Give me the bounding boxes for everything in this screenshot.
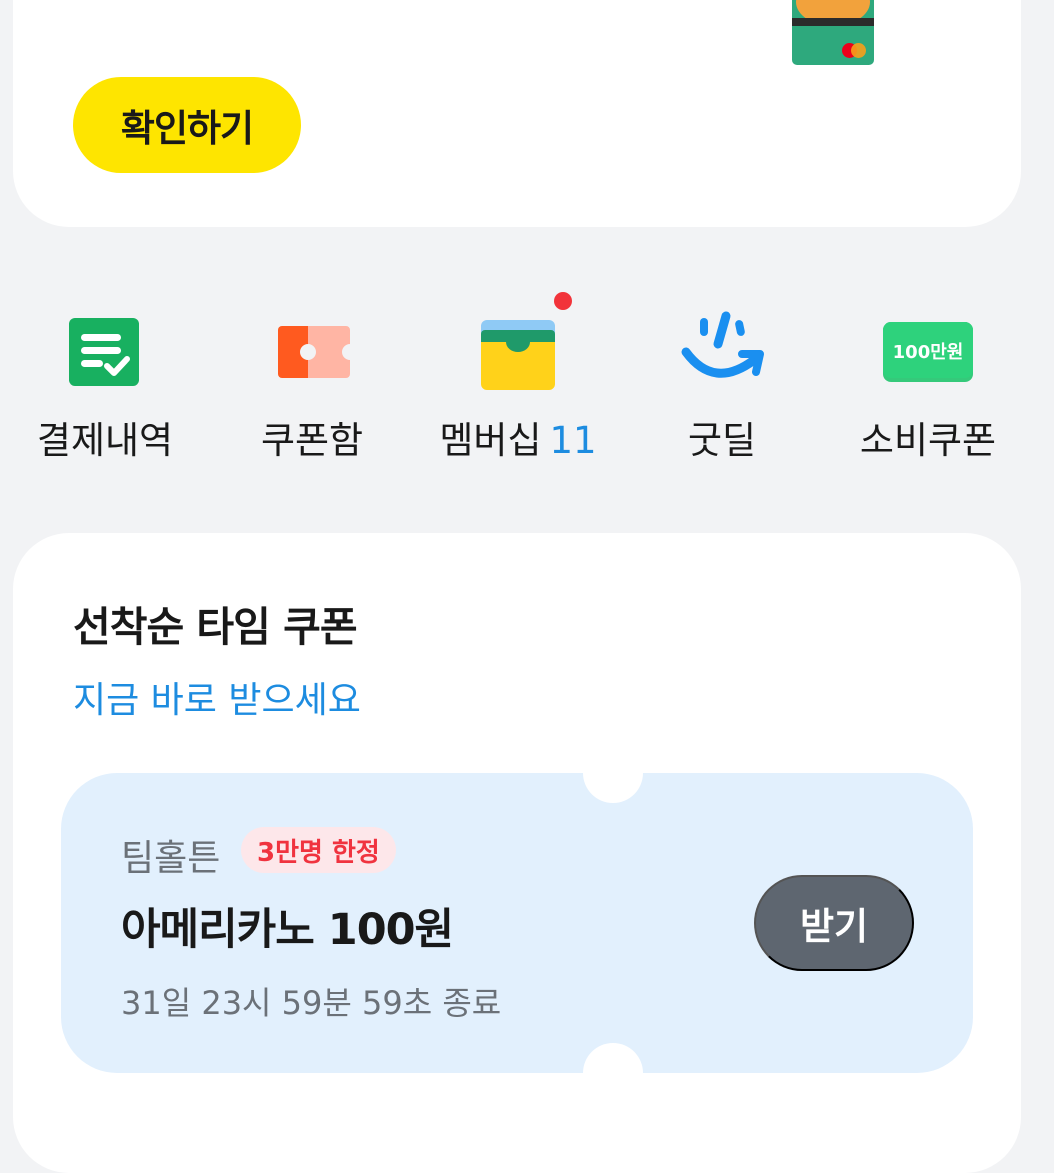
- quick-menu-label: 쿠폰함: [260, 419, 364, 462]
- quick-menu-good-deal[interactable]: 굿딜: [622, 290, 822, 470]
- time-coupon-section: 선착순 타임 쿠폰 지금 바로 받으세요 팀홀튼 3만명 한정 아메리카노 10…: [13, 533, 1021, 1173]
- ticket-icon: [278, 326, 350, 378]
- get-coupon-button[interactable]: 받기: [754, 875, 914, 971]
- voucher-icon-text: 100만원: [893, 342, 964, 363]
- confirm-button[interactable]: 확인하기: [73, 77, 301, 173]
- coupon-ticket[interactable]: 팀홀튼 3만명 한정 아메리카노 100원 31일 23시 59분 59초 종료…: [61, 743, 973, 1103]
- card-band: [792, 18, 874, 26]
- ticket-notch-top: [583, 743, 643, 803]
- coupon-end-time: 31일 23시 59분 59초 종료: [121, 984, 502, 1022]
- quick-menu-payment-history[interactable]: 결제내역: [5, 290, 205, 470]
- quick-menu-label: 멤버십 11: [439, 419, 597, 462]
- voucher-100man-icon: 100만원: [883, 322, 973, 382]
- wallet-icon: [481, 320, 555, 390]
- new-notification-dot: [554, 292, 572, 310]
- quick-menu: 결제내역 쿠폰함 멤버십 11 굿딜 100만원 소비쿠폰: [0, 290, 1054, 470]
- quick-menu-label: 결제내역: [36, 419, 174, 462]
- mastercard-orange-icon: [851, 43, 866, 58]
- membership-count: 11: [549, 419, 597, 462]
- coupon-title: 아메리카노 100원: [121, 905, 454, 955]
- quick-menu-label: 굿딜: [687, 419, 757, 462]
- quick-menu-coupon-box[interactable]: 쿠폰함: [212, 290, 412, 470]
- smile-arrow-icon: [681, 311, 764, 378]
- quick-menu-consumption-coupon[interactable]: 100만원 소비쿠폰: [828, 290, 1028, 470]
- section-subtitle: 지금 바로 받으세요: [73, 680, 361, 721]
- receipt-check-icon: [69, 318, 139, 386]
- limit-badge: 3만명 한정: [241, 827, 396, 873]
- coupon-brand: 팀홀튼: [121, 838, 221, 879]
- top-card: 확인하기: [13, 0, 1021, 227]
- section-title: 선착순 타임 쿠폰: [73, 603, 358, 651]
- card-image[interactable]: [792, 0, 874, 65]
- quick-menu-label: 소비쿠폰: [859, 419, 997, 462]
- quick-menu-membership[interactable]: 멤버십 11: [418, 290, 618, 470]
- ticket-notch-bottom: [583, 1043, 643, 1103]
